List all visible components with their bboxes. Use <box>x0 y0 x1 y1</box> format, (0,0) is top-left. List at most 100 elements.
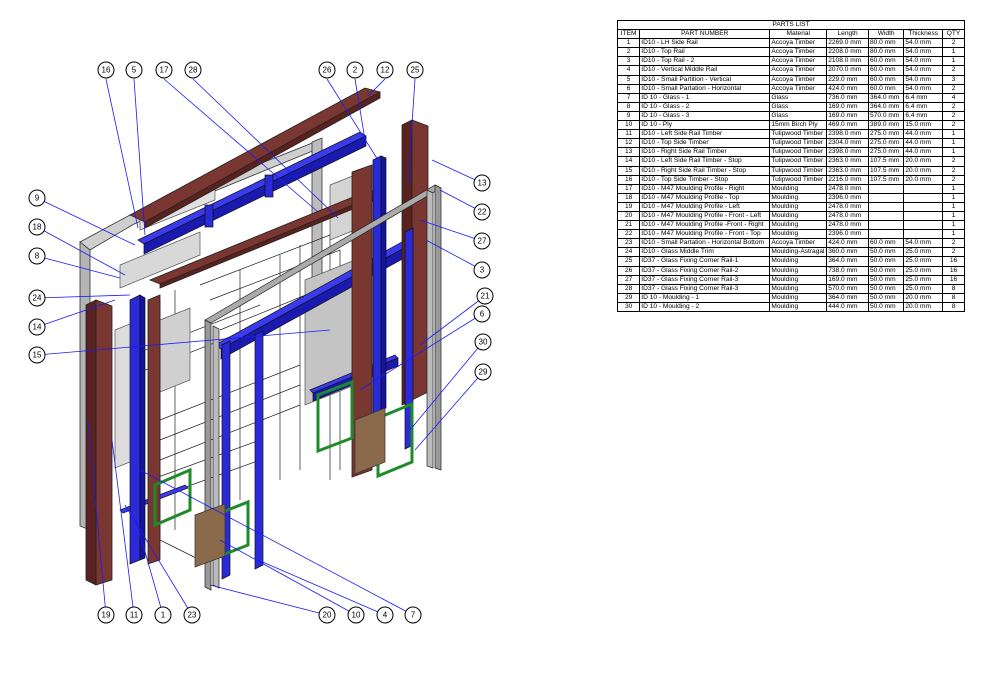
table-cell: 424.0 mm <box>826 238 869 249</box>
table-row: 9 ID 10 - Glass - 3 Glass 169.0 mm 570.0 mm 6… <box>616 110 965 122</box>
table-cell: 2 <box>942 38 965 49</box>
table-cell: ID 10 - Glass - 1 <box>639 92 771 103</box>
table-cell: Moulding <box>769 292 828 303</box>
table-cell: 80.0 mm <box>867 47 905 58</box>
table-cell: 16 <box>942 265 965 276</box>
table-cell: 21 <box>616 220 641 231</box>
table-row: 29 ID 10 - Moulding - 1 Moulding 364.0 mm 50… <box>616 292 965 303</box>
table-cell: 20.0 mm <box>903 156 944 167</box>
table-row: 4 ID10 - Vertical Middle Rail Accoya Timbe… <box>616 65 965 76</box>
table-cell: 54.0 mm <box>903 238 944 249</box>
svg-text:8: 8 <box>35 252 40 261</box>
table-cell: ID10 - Left Side Rail Timber - Stop <box>639 156 771 167</box>
column-header: Width <box>867 29 905 40</box>
table-cell: ID10 - Top Rail <box>639 47 771 58</box>
balloon-12: 12 <box>376 61 394 79</box>
table-cell: 17 <box>616 183 641 194</box>
svg-text:6: 6 <box>480 310 485 319</box>
table-cell: 12 <box>616 138 641 149</box>
svg-text:29: 29 <box>479 368 488 377</box>
balloon-1: 1 <box>154 606 172 624</box>
table-cell: 25.0 mm <box>903 256 944 267</box>
table-cell <box>867 201 905 212</box>
table-cell: 2304.0 mm <box>826 138 869 149</box>
table-cell: Accoya Timber <box>769 65 828 76</box>
table-cell: 1 <box>942 229 965 240</box>
table-cell: 20.0 mm <box>903 292 944 303</box>
svg-text:27: 27 <box>478 237 487 246</box>
table-cell: 469.0 mm <box>826 120 869 131</box>
table-cell: ID 10 - Ply <box>639 120 771 131</box>
balloon-3: 3 <box>473 261 491 279</box>
table-cell: 60.0 mm <box>867 74 905 85</box>
table-row: 14 ID10 - Left Side Rail Timber - Stop Tul… <box>616 156 965 167</box>
table-cell: 2 <box>942 165 965 176</box>
svg-text:9: 9 <box>35 194 40 203</box>
table-cell: 736.0 mm <box>826 92 869 103</box>
table-cell: Moulding <box>769 192 828 203</box>
table-cell: 54.0 mm <box>903 83 944 94</box>
table-cell: 50.0 mm <box>867 301 905 313</box>
table-cell: 2 <box>942 238 965 249</box>
table-row: 19 ID10 - M47 Moulding Profile - Left Moul… <box>616 201 965 212</box>
table-cell: Tulipwood Timber <box>769 174 828 185</box>
table-cell: 25 <box>616 256 641 267</box>
table-row: 26 ID37 - Glass Fixing Corner Rail-2 Mould… <box>616 265 965 276</box>
table-cell: 169.0 mm <box>826 110 869 122</box>
column-header: ITEM <box>616 29 641 40</box>
table-cell: 1 <box>942 210 965 222</box>
table-row: 6 ID10 - Small Partation - Horizontal Acco… <box>616 83 965 94</box>
table-cell: 6.4 mm <box>903 92 944 103</box>
balloon-27: 27 <box>473 232 491 250</box>
table-cell: 54.0 mm <box>903 56 944 67</box>
balloon-14: 14 <box>28 318 46 336</box>
svg-text:19: 19 <box>102 611 111 620</box>
table-cell: 54.0 mm <box>903 38 944 49</box>
table-cell: 29 <box>616 292 641 303</box>
column-header: Length <box>826 29 869 40</box>
balloon-30: 30 <box>474 333 492 351</box>
table-cell: 5 <box>616 74 641 85</box>
table-row: 22 ID10 - M47 Moulding Profile - Front - … <box>616 229 965 240</box>
table-cell: 2269.0 mm <box>826 38 869 49</box>
balloon-10: 10 <box>347 606 365 624</box>
table-row: 5 ID10 - Small Partition - Vertical Accoya… <box>616 74 965 85</box>
table-cell: 44.0 mm <box>903 147 944 158</box>
table-cell: Moulding <box>769 210 828 222</box>
table-cell: 2070.0 mm <box>826 65 869 76</box>
table-cell: ID10 - M47 Moulding Profile -Front - Rig… <box>639 220 771 231</box>
table-row: 11 ID10 - Left Side Rail Timber Tulipwood … <box>616 129 965 140</box>
table-cell: 2478.0 mm <box>826 210 869 222</box>
table-cell: 6 <box>616 83 641 94</box>
table-cell: 738.0 mm <box>826 265 869 276</box>
table-cell: 2 <box>616 47 641 58</box>
table-cell: 13 <box>616 147 641 158</box>
table-cell: ID 10 - Glass - 3 <box>639 110 771 122</box>
table-cell: Tulipwood Timber <box>769 147 828 158</box>
svg-text:12: 12 <box>381 66 390 75</box>
table-cell: Moulding <box>769 283 828 294</box>
table-row: 7 ID 10 - Glass - 1 Glass 736.0 mm 364.0 mm 6… <box>616 92 965 103</box>
balloon-6: 6 <box>473 305 491 323</box>
table-row: 23 ID10 - Small Partation - Horizontal Bo… <box>616 238 965 249</box>
table-row: 13 ID10 - Right Side Rail Timber Tulipwood… <box>616 147 965 158</box>
table-cell: 24 <box>616 247 641 258</box>
table-cell: Tulipwood Timber <box>769 129 828 140</box>
svg-text:1: 1 <box>161 611 166 620</box>
table-row: 30 ID 10 - Moulding - 2 Moulding 444.0 mm 50… <box>616 301 965 313</box>
svg-text:4: 4 <box>383 611 388 620</box>
svg-text:30: 30 <box>479 338 488 347</box>
table-cell <box>867 220 905 231</box>
table-cell: 1 <box>942 192 965 203</box>
table-cell: 6.4 mm <box>903 101 944 112</box>
table-cell: 15mm Birch Ply <box>769 120 828 131</box>
table-row: 27 ID37 - Glass Fixing Corner Rail-3 Mould… <box>616 274 965 285</box>
balloon-29: 29 <box>474 363 492 381</box>
table-cell: 2478.0 mm <box>826 201 869 212</box>
table-cell: 10 <box>616 120 641 131</box>
svg-text:26: 26 <box>323 66 332 75</box>
table-cell: 275.0 mm <box>867 138 905 149</box>
table-row: 20 ID10 - M47 Moulding Profile - Front - … <box>616 210 965 222</box>
balloon-5: 5 <box>125 61 143 79</box>
table-cell: 2108.0 mm <box>826 56 869 67</box>
